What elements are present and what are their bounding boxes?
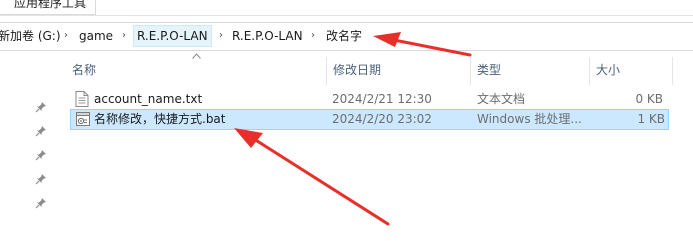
breadcrumb-separator-icon[interactable]: › bbox=[64, 26, 68, 46]
text-file-icon bbox=[75, 91, 89, 107]
sort-ascending-icon bbox=[192, 53, 201, 61]
breadcrumb-item-repo-lan[interactable]: R.E.P.O-LAN bbox=[133, 25, 212, 47]
file-modified: 2024/2/20 23:02 bbox=[332, 112, 432, 126]
column-header-size[interactable]: 大小 bbox=[596, 60, 620, 80]
column-header-name[interactable]: 名称 bbox=[72, 60, 96, 80]
file-row[interactable]: account_name.txt 2024/2/21 12:30 文本文档 0 … bbox=[70, 90, 667, 109]
pin-icon[interactable] bbox=[35, 173, 47, 185]
pin-icon[interactable] bbox=[35, 125, 47, 137]
breadcrumb-separator-icon[interactable]: › bbox=[311, 26, 315, 46]
pin-icon[interactable] bbox=[35, 101, 47, 113]
ribbon: 应用程序工具 bbox=[0, 0, 693, 16]
breadcrumb-item-rename[interactable]: 改名字 bbox=[323, 26, 365, 46]
batch-file-icon bbox=[76, 111, 90, 127]
column-divider[interactable] bbox=[470, 57, 471, 85]
column-header-type[interactable]: 类型 bbox=[477, 60, 501, 80]
file-name: account_name.txt bbox=[94, 92, 203, 106]
file-name: 名称修改，快捷方式.bat bbox=[94, 112, 226, 126]
column-divider[interactable] bbox=[326, 57, 327, 85]
file-size: 0 KB bbox=[635, 92, 663, 106]
column-header-modified[interactable]: 修改日期 bbox=[333, 60, 381, 80]
ribbon-divider bbox=[0, 15, 693, 16]
annotation-arrow-icon bbox=[234, 128, 390, 226]
breadcrumb-separator-icon[interactable]: › bbox=[122, 26, 126, 46]
column-divider[interactable] bbox=[672, 57, 673, 85]
ribbon-tab-app-tools[interactable]: 应用程序工具 bbox=[0, 0, 97, 15]
file-size: 1 KB bbox=[637, 112, 665, 126]
pin-icon[interactable] bbox=[35, 149, 47, 161]
file-modified: 2024/2/21 12:30 bbox=[332, 92, 432, 106]
breadcrumb-item-repo-lan-sub[interactable]: R.E.P.O-LAN bbox=[229, 26, 306, 46]
file-row-selected[interactable]: 名称修改，快捷方式.bat 2024/2/20 23:02 Windows 批处… bbox=[70, 109, 669, 130]
breadcrumb-item-drive[interactable]: 新加卷 (G:) bbox=[0, 26, 64, 46]
file-type: Windows 批处理... bbox=[477, 112, 582, 126]
pin-icon[interactable] bbox=[35, 197, 47, 209]
address-bar[interactable]: 新加卷 (G:) › game › R.E.P.O-LAN › R.E.P.O-… bbox=[0, 22, 693, 51]
breadcrumb-item-game[interactable]: game bbox=[76, 26, 116, 46]
breadcrumb-separator-icon[interactable]: › bbox=[219, 26, 223, 46]
file-type: 文本文档 bbox=[477, 92, 526, 106]
column-divider[interactable] bbox=[589, 57, 590, 85]
